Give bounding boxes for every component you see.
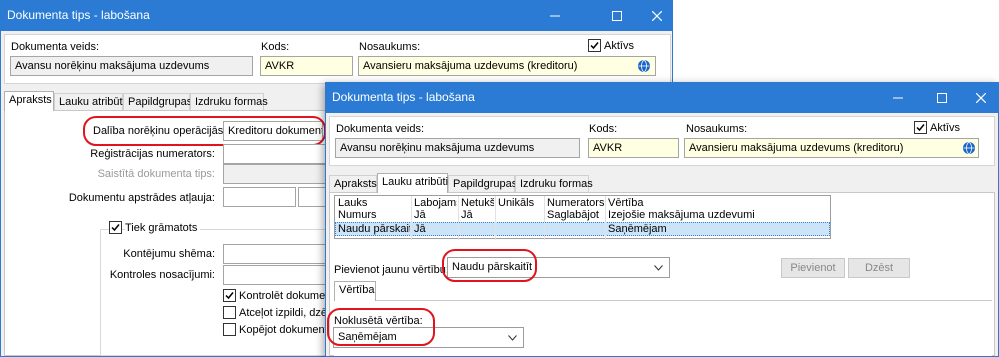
back-window-title: Dokumenta tips - labošana (7, 8, 150, 22)
column-divider (458, 196, 459, 240)
checkmark-icon (225, 292, 234, 300)
name-field[interactable]: Avansieru maksājuma uzdevums (kreditoru) (358, 56, 656, 76)
table-cell[interactable] (460, 223, 494, 236)
table-cell[interactable] (546, 223, 604, 236)
control-label: Kontroles nosacījumi: (109, 269, 215, 281)
processing-field-1[interactable] (223, 187, 296, 207)
tab-papildgrupas[interactable]: Papildgrupas (123, 93, 192, 110)
booking-label: Tiek grāmatots (125, 222, 201, 234)
column-divider (495, 196, 496, 240)
name-label: Nosaukums: (686, 123, 748, 135)
tab-papildgrupas[interactable]: Papildgrupas (448, 175, 517, 192)
column-divider (544, 196, 545, 240)
opt3-checkbox[interactable] (223, 323, 236, 336)
active-checkbox[interactable] (914, 121, 927, 134)
tab-izdruku-formas[interactable]: Izdruku formas (515, 175, 593, 192)
highlight-default-value (327, 308, 435, 346)
maximize-icon (937, 93, 947, 103)
reg-numerator-label: Reģistrācijas numerators: (90, 148, 215, 160)
minimize-button[interactable] (538, 1, 572, 31)
opt2-label: Atceļot izpildi, dzēst (239, 307, 336, 319)
front-window-titlebar[interactable]: Dokumenta tips - labošana (326, 83, 998, 113)
tab-vertiba[interactable]: Vērtība (334, 281, 376, 301)
opt3-label: Kopējot dokumentu, (239, 324, 337, 336)
code-label: Kods: (261, 41, 290, 53)
booking-checkbox[interactable] (109, 221, 122, 234)
maximize-button[interactable] (600, 1, 634, 31)
code-field[interactable]: AVKR (260, 56, 353, 76)
maximize-button[interactable] (925, 83, 959, 113)
scheme-label: Kontējumu shēma: (123, 248, 215, 260)
front-window: Dokumenta tips - labošana Dokumenta veid… (325, 82, 999, 357)
checkmark-icon (916, 124, 925, 132)
checkmark-icon (111, 224, 120, 232)
linked-doc-type-label: Saistītā dokumenta tips: (97, 168, 215, 180)
doc-type-field[interactable]: Avansu norēķinu maksājuma uzdevums (10, 56, 253, 76)
opt2-checkbox[interactable] (223, 306, 236, 319)
close-button[interactable] (964, 83, 998, 113)
delete-button[interactable]: Dzēst (848, 258, 910, 278)
table-cell[interactable]: Jā (460, 209, 494, 222)
tab-lauku-atributi[interactable]: Lauku atribūti (54, 93, 125, 110)
name-label: Nosaukums: (359, 41, 421, 53)
tab-apraksts[interactable]: Apraksts (329, 175, 377, 192)
front-window-title: Dokumenta tips - labošana (332, 90, 475, 104)
add-button[interactable]: Pievienot (781, 258, 845, 278)
doc-type-label: Dokumenta veids: (11, 41, 100, 53)
front-tab-strip: Apraksts Lauku atribūti Papildgrupas Izd… (329, 173, 995, 193)
opt1-checkbox[interactable] (223, 289, 236, 302)
table-cell[interactable]: Jā (413, 223, 457, 236)
column-divider (411, 196, 412, 240)
processing-label: Dokumentu apstrādes atļauja: (68, 192, 215, 204)
scheme-field[interactable] (223, 244, 333, 264)
value-tab-strip: Vērtība (334, 281, 394, 301)
doc-type-field[interactable]: Avansu norēķinu maksājuma uzdevums (335, 138, 580, 158)
close-button[interactable] (640, 1, 672, 31)
doc-type-label: Dokumenta veids: (336, 123, 425, 135)
minimize-icon (893, 97, 903, 99)
name-field[interactable]: Avansieru maksājuma uzdevums (kreditoru) (684, 138, 979, 158)
attributes-grid[interactable]: Lauks Labojams Netukšs Unikāls Numerator… (334, 195, 831, 240)
table-cell[interactable]: Saglabājot (546, 209, 604, 222)
back-window-titlebar[interactable]: Dokumenta tips - labošana (1, 1, 672, 31)
active-label: Aktīvs (604, 40, 634, 52)
globe-icon[interactable] (963, 142, 975, 154)
reg-numerator-field[interactable] (223, 144, 333, 164)
table-cell[interactable] (497, 209, 543, 222)
maximize-icon (612, 11, 622, 21)
minimize-icon (550, 15, 560, 17)
code-label: Kods: (589, 123, 618, 135)
table-cell[interactable]: Naudu pārskaitīt (337, 223, 410, 236)
chevron-down-icon (654, 265, 663, 271)
active-label: Aktīvs (930, 122, 960, 134)
column-divider (605, 196, 606, 240)
tab-lauku-atributi[interactable]: Lauku atribūti (377, 173, 448, 193)
checkmark-icon (590, 42, 599, 50)
control-field[interactable] (223, 265, 333, 285)
close-icon (652, 11, 662, 21)
table-cell[interactable]: Izejošie maksājuma uzdevumi (607, 209, 827, 222)
processing-field-2[interactable] (298, 187, 328, 207)
highlight-add-value (442, 249, 537, 282)
chevron-down-icon (508, 335, 517, 341)
active-checkbox[interactable] (588, 39, 601, 52)
add-value-label: Pievienot jaunu vērtību: (334, 264, 449, 276)
tab-apraksts[interactable]: Apraksts (4, 91, 54, 111)
table-cell[interactable]: Numurs (337, 209, 410, 222)
table-cell[interactable]: Saņēmējam (607, 223, 827, 236)
table-cell[interactable]: Jā (413, 209, 457, 222)
code-field[interactable]: AVKR (588, 138, 679, 158)
tab-izdruku-formas[interactable]: Izdruku formas (190, 93, 268, 110)
close-icon (976, 93, 986, 103)
globe-icon[interactable] (638, 60, 650, 72)
highlight-section (83, 116, 326, 146)
minimize-button[interactable] (881, 83, 915, 113)
linked-doc-type-field[interactable] (223, 164, 333, 184)
table-cell[interactable] (497, 223, 543, 236)
